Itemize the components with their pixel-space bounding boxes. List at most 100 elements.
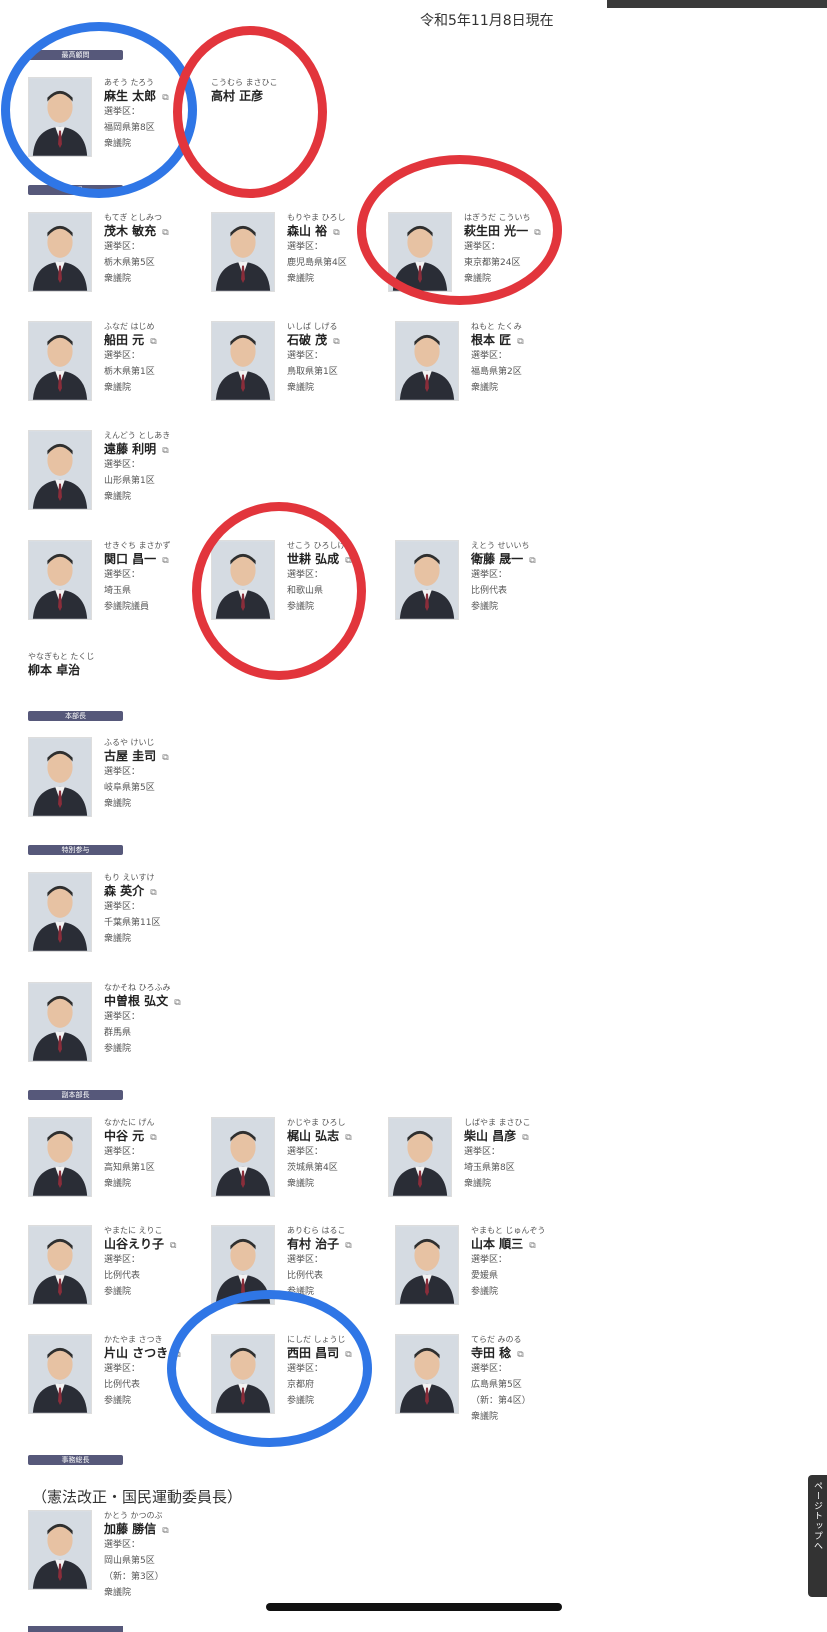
member-name[interactable]: 衛藤 晟一 ⧉	[471, 551, 581, 567]
portrait-photo[interactable]	[28, 737, 92, 817]
external-link-icon[interactable]: ⧉	[333, 225, 339, 241]
member-name[interactable]: 根本 匠 ⧉	[471, 332, 581, 348]
portrait-photo[interactable]	[211, 212, 275, 292]
portrait-photo[interactable]	[395, 540, 459, 620]
external-link-icon[interactable]: ⧉	[174, 995, 180, 1011]
external-link-icon[interactable]: ⧉	[345, 1238, 351, 1254]
member-name[interactable]: 片山 さつき ⧉	[104, 1345, 214, 1361]
portrait-photo[interactable]	[211, 1334, 275, 1414]
member-name[interactable]: 西田 昌司 ⧉	[287, 1345, 397, 1361]
external-link-icon[interactable]: ⧉	[517, 1347, 523, 1363]
external-link-icon[interactable]: ⧉	[522, 1130, 528, 1146]
section-label-tokubetsu: 特別参与	[28, 845, 123, 855]
member-detail: 比例代表	[471, 586, 508, 596]
portrait-photo[interactable]	[28, 321, 92, 401]
external-link-icon[interactable]: ⧉	[174, 1347, 180, 1363]
member-name[interactable]: 寺田 稔 ⧉	[471, 1345, 581, 1361]
member-name-text: 西田 昌司	[287, 1346, 340, 1360]
member-name[interactable]: 船田 元 ⧉	[104, 332, 214, 348]
portrait-photo[interactable]	[28, 77, 92, 157]
member-name[interactable]: 関口 昌一 ⧉	[104, 551, 214, 567]
member-name[interactable]: 山本 順三 ⧉	[471, 1236, 581, 1252]
external-link-icon[interactable]: ⧉	[150, 885, 156, 901]
portrait-photo[interactable]	[28, 1117, 92, 1197]
portrait-photo[interactable]	[28, 1225, 92, 1305]
member-detail: 選挙区：	[104, 1255, 141, 1265]
external-link-icon[interactable]: ⧉	[517, 334, 523, 350]
person-silhouette-icon	[29, 738, 91, 816]
portrait-photo[interactable]	[28, 540, 92, 620]
member-detail: 参議院	[471, 602, 499, 612]
member-name[interactable]: 森 英介 ⧉	[104, 883, 214, 899]
external-link-icon[interactable]: ⧉	[345, 1347, 351, 1363]
portrait-photo[interactable]	[388, 212, 452, 292]
member-name[interactable]: 古屋 圭司 ⧉	[104, 748, 214, 764]
member-name[interactable]: 森山 裕 ⧉	[287, 223, 397, 239]
page-top-button[interactable]: ページトップへ	[808, 1475, 827, 1597]
member-name[interactable]: 山谷えり子 ⧉	[104, 1236, 214, 1252]
member-name[interactable]: 柴山 昌彦 ⧉	[464, 1128, 574, 1144]
member-info: かじやま ひろし 梶山 弘志 ⧉ 選挙区： 茨城県第4区 衆議院	[287, 1117, 397, 1192]
external-link-icon[interactable]: ⧉	[150, 334, 156, 350]
external-link-icon[interactable]: ⧉	[162, 1523, 168, 1539]
member-name[interactable]: 有村 治子 ⧉	[287, 1236, 397, 1252]
member-name[interactable]: 萩生田 光一 ⧉	[464, 223, 574, 239]
external-link-icon[interactable]: ⧉	[162, 90, 168, 106]
member-detail: 衆議院	[104, 1588, 132, 1598]
member-name[interactable]: 遠藤 利明 ⧉	[104, 441, 214, 457]
portrait-photo[interactable]	[28, 212, 92, 292]
portrait-photo[interactable]	[28, 430, 92, 510]
portrait-photo[interactable]	[211, 1117, 275, 1197]
member-name[interactable]: 世耕 弘成 ⧉	[287, 551, 397, 567]
member-detail: 衆議院	[471, 1412, 499, 1422]
member-furigana: あそう たろう	[104, 78, 155, 87]
member-info: もりやま ひろし 森山 裕 ⧉ 選挙区： 鹿児島県第4区 衆議院	[287, 212, 397, 287]
external-link-icon[interactable]: ⧉	[170, 1238, 176, 1254]
portrait-photo[interactable]	[211, 1225, 275, 1305]
member-name[interactable]: 梶山 弘志 ⧉	[287, 1128, 397, 1144]
external-link-icon[interactable]: ⧉	[162, 443, 168, 459]
person-silhouette-icon	[212, 213, 274, 291]
member-text[interactable]: こうむら まさひこ 高村 正彦	[211, 77, 278, 104]
external-link-icon[interactable]: ⧉	[162, 225, 168, 241]
portrait-photo[interactable]	[28, 872, 92, 952]
member-name[interactable]: 石破 茂 ⧉	[287, 332, 397, 348]
portrait-photo[interactable]	[28, 1334, 92, 1414]
external-link-icon[interactable]: ⧉	[162, 750, 168, 766]
portrait-photo[interactable]	[28, 982, 92, 1062]
portrait-photo[interactable]	[211, 540, 275, 620]
portrait-photo[interactable]	[388, 1117, 452, 1197]
member-detail: 広島県第5区	[471, 1380, 522, 1390]
member-info: はぎうだ こういち 萩生田 光一 ⧉ 選挙区： 東京都第24区 衆議院	[464, 212, 574, 287]
member-name[interactable]: 加藤 勝信 ⧉	[104, 1521, 214, 1537]
member-name[interactable]: 茂木 敏充 ⧉	[104, 223, 214, 239]
external-link-icon[interactable]: ⧉	[333, 334, 339, 350]
member-furigana: えとう せいいち	[471, 541, 530, 550]
portrait-photo[interactable]	[211, 321, 275, 401]
external-link-icon[interactable]: ⧉	[345, 1130, 351, 1146]
member-detail: 群馬県	[104, 1028, 132, 1038]
member-text[interactable]: やなぎもと たくじ 柳本 卓治	[28, 651, 94, 678]
person-silhouette-icon	[29, 541, 91, 619]
member-name[interactable]: 中曽根 弘文 ⧉	[104, 993, 214, 1009]
member-detail: 選挙区：	[287, 1147, 324, 1157]
member-name[interactable]: 中谷 元 ⧉	[104, 1128, 214, 1144]
portrait-photo[interactable]	[395, 321, 459, 401]
external-link-icon[interactable]: ⧉	[345, 553, 351, 569]
external-link-icon[interactable]: ⧉	[534, 225, 540, 241]
external-link-icon[interactable]: ⧉	[150, 1130, 156, 1146]
external-link-icon[interactable]: ⧉	[529, 1238, 535, 1254]
member-detail: 衆議院	[471, 383, 499, 393]
member-detail: 和歌山県	[287, 586, 324, 596]
external-link-icon[interactable]: ⧉	[529, 553, 535, 569]
member-info: えとう せいいち 衛藤 晟一 ⧉ 選挙区： 比例代表 参議院	[471, 540, 581, 615]
person-silhouette-icon	[212, 541, 274, 619]
member-detail: 選挙区：	[104, 1147, 141, 1157]
portrait-photo[interactable]	[395, 1225, 459, 1305]
home-indicator[interactable]	[266, 1603, 562, 1611]
external-link-icon[interactable]: ⧉	[162, 553, 168, 569]
person-silhouette-icon	[212, 322, 274, 400]
portrait-photo[interactable]	[395, 1334, 459, 1414]
member-name[interactable]: 麻生 太郎 ⧉	[104, 88, 214, 104]
portrait-photo[interactable]	[28, 1510, 92, 1590]
